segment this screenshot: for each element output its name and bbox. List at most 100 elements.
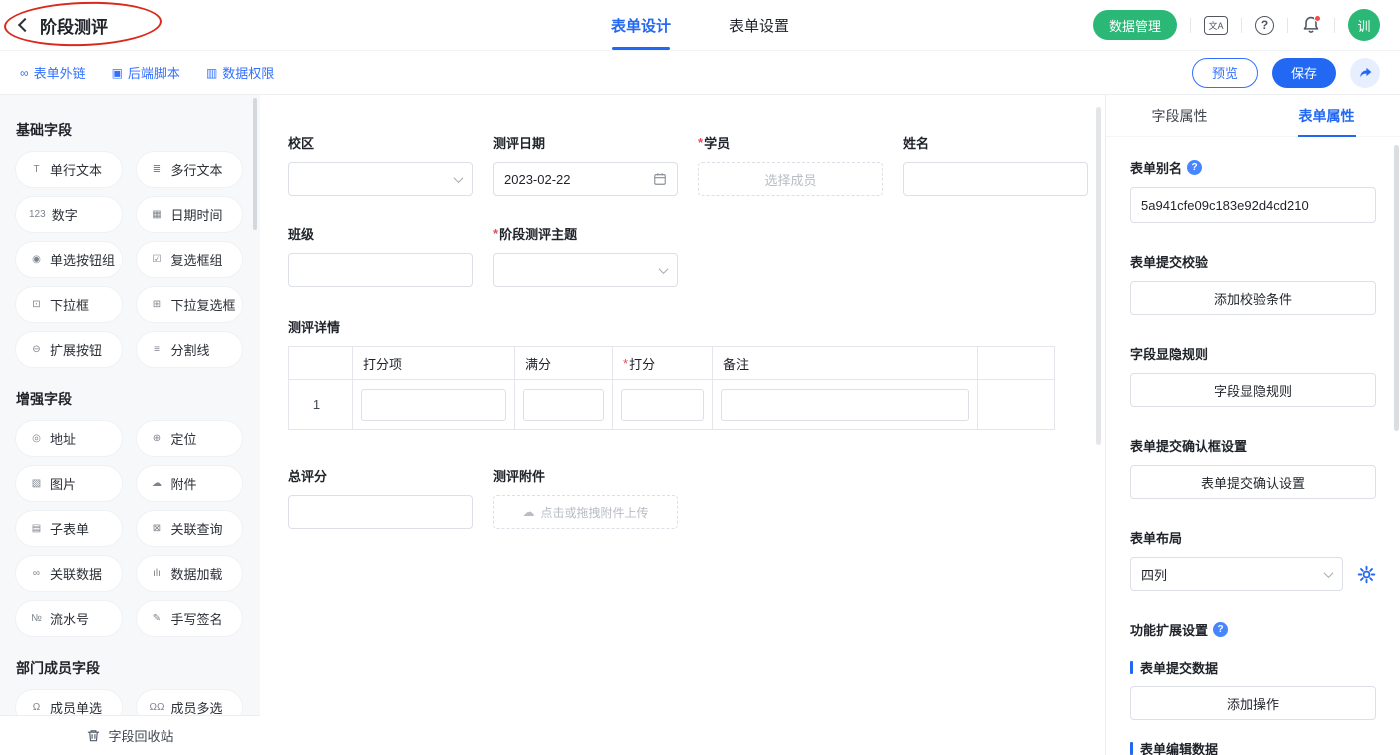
form-layout-row: 四列	[1130, 557, 1376, 591]
layout-select[interactable]: 四列	[1130, 557, 1343, 591]
seq-column-header	[289, 347, 353, 380]
column-header-empty	[978, 347, 1054, 380]
number-icon: 123	[29, 209, 46, 220]
field-item-number[interactable]: 123数字	[16, 197, 122, 232]
avatar[interactable]: 训	[1348, 9, 1380, 41]
submit-confirm-button[interactable]: 表单提交确认设置	[1130, 465, 1376, 499]
translate-icon[interactable]: 文A	[1204, 16, 1228, 35]
submit-data-subsection: 表单提交数据	[1130, 658, 1376, 677]
divider	[1241, 18, 1242, 33]
field-visibility-button[interactable]: 字段显隐规则	[1130, 373, 1376, 407]
field-visibility-label: 字段显隐规则	[1130, 344, 1376, 363]
field-item-location[interactable]: ⊕定位	[137, 421, 243, 456]
remark-input[interactable]	[721, 389, 969, 421]
field-item-attachment[interactable]: ☁附件	[137, 466, 243, 501]
field-item-checkbox-group[interactable]: ☑复选框组	[137, 242, 243, 277]
field-item-signature[interactable]: ✎手写签名	[137, 601, 243, 636]
tab-form-design[interactable]: 表单设计	[611, 0, 671, 50]
campus-select[interactable]	[288, 162, 473, 196]
subform-eval-detail[interactable]: 测评详情 打分项 满分 *打分 备注 1	[288, 317, 1105, 430]
column-header-score-item: 打分项	[353, 347, 515, 380]
score-input[interactable]	[621, 389, 704, 421]
score-item-input[interactable]	[361, 389, 506, 421]
gear-icon[interactable]	[1357, 565, 1376, 584]
save-button[interactable]: 保存	[1272, 58, 1336, 88]
multi-text-icon: ≣	[150, 164, 165, 175]
field-item-select[interactable]: ⊡下拉框	[16, 287, 122, 322]
address-icon: ◎	[29, 433, 44, 444]
field-total-score[interactable]: 总评分	[288, 466, 473, 529]
data-permission-link[interactable]: ▥ 数据权限	[206, 63, 274, 82]
eval-topic-select[interactable]	[493, 253, 678, 287]
field-class[interactable]: 班级	[288, 224, 473, 287]
form-row-4: 总评分 测评附件 ☁ 点击或拖拽附件上传	[288, 466, 1105, 529]
sidebar-scrollbar[interactable]	[253, 98, 257, 230]
field-name[interactable]: 姓名	[903, 133, 1088, 196]
field-eval-topic[interactable]: *阶段测评主题	[493, 224, 678, 287]
field-item-divider[interactable]: ≡分割线	[137, 332, 243, 367]
field-student[interactable]: *学员 选择成员	[698, 133, 883, 196]
field-recycle-bin[interactable]: 字段回收站	[0, 715, 260, 755]
attachment-icon: ☁	[150, 478, 165, 489]
script-icon: ▣	[112, 66, 123, 80]
field-item-extend-button[interactable]: ⊖扩展按钮	[16, 332, 122, 367]
submit-data-add-action-button[interactable]: 添加操作	[1130, 686, 1376, 720]
eval-date-input[interactable]: 2023-02-22	[493, 162, 678, 196]
field-item-single-line-text[interactable]: T单行文本	[16, 152, 122, 187]
name-input[interactable]	[914, 172, 1077, 187]
eval-date-value: 2023-02-22	[504, 172, 571, 187]
field-campus[interactable]: 校区	[288, 133, 473, 196]
field-eval-date[interactable]: 测评日期 2023-02-22	[493, 133, 678, 196]
share-arrow-icon	[1358, 65, 1373, 80]
backend-script-link[interactable]: ▣ 后端脚本	[112, 63, 180, 82]
share-button[interactable]	[1350, 58, 1380, 88]
total-score-input[interactable]	[299, 505, 462, 520]
tab-form-settings[interactable]: 表单设置	[729, 0, 789, 50]
form-alias-input[interactable]: 5a941cfe09c183e92d4cd210	[1130, 187, 1376, 223]
field-item-image[interactable]: ▧图片	[16, 466, 122, 501]
header-left: 阶段测评	[20, 13, 108, 38]
field-item-multi-line-text[interactable]: ≣多行文本	[137, 152, 243, 187]
radio-icon: ◉	[29, 254, 44, 265]
field-item-radio-group[interactable]: ◉单选按钮组	[16, 242, 122, 277]
form-canvas[interactable]: 校区 测评日期 2023-02-22	[260, 95, 1105, 755]
canvas-scrollbar[interactable]	[1096, 107, 1101, 445]
preview-button[interactable]: 预览	[1192, 58, 1258, 88]
subform-table: 打分项 满分 *打分 备注 1	[288, 346, 1055, 430]
field-item-lookup-query[interactable]: ⊠关联查询	[137, 511, 243, 546]
help-icon[interactable]: ?	[1213, 622, 1228, 637]
toolbar-links: ∞ 表单外链 ▣ 后端脚本 ▥ 数据权限	[20, 63, 274, 82]
single-text-icon: T	[29, 164, 44, 175]
max-score-input[interactable]	[523, 389, 604, 421]
attachment-upload-area[interactable]: ☁ 点击或拖拽附件上传	[493, 495, 678, 529]
class-input[interactable]	[299, 263, 462, 278]
tab-form-properties[interactable]: 表单属性	[1253, 95, 1400, 136]
form-external-link[interactable]: ∞ 表单外链	[20, 63, 86, 82]
field-item-multi-select[interactable]: ⊞下拉复选框	[137, 287, 243, 322]
back-icon[interactable]	[18, 18, 32, 32]
field-item-address[interactable]: ◎地址	[16, 421, 122, 456]
member-picker[interactable]: 选择成员	[698, 162, 883, 196]
field-item-data-load[interactable]: ılı数据加载	[137, 556, 243, 591]
window-scrollbar[interactable]	[1394, 145, 1399, 431]
subform-data-row: 1	[289, 380, 1054, 429]
tab-field-properties[interactable]: 字段属性	[1106, 95, 1253, 136]
add-validation-button[interactable]: 添加校验条件	[1130, 281, 1376, 315]
field-item-subform[interactable]: ▤子表单	[16, 511, 122, 546]
chevron-down-icon	[454, 173, 464, 183]
help-icon[interactable]: ?	[1255, 16, 1274, 35]
help-icon[interactable]: ?	[1187, 160, 1202, 175]
field-eval-attachment[interactable]: 测评附件 ☁ 点击或拖拽附件上传	[493, 466, 678, 529]
field-item-linked-data[interactable]: ∞关联数据	[16, 556, 122, 591]
member-multi-icon: ΩΩ	[150, 702, 165, 713]
data-manage-button[interactable]: 数据管理	[1093, 10, 1177, 40]
form-layout-label: 表单布局	[1130, 528, 1376, 547]
field-item-datetime[interactable]: ▦日期时间	[137, 197, 243, 232]
permission-icon: ▥	[206, 66, 217, 80]
notification-bell-icon[interactable]	[1301, 15, 1321, 35]
section-title-basic-fields: 基础字段	[16, 120, 242, 140]
toolbar-actions: 预览 保存	[1192, 58, 1380, 88]
basic-fields-grid: T单行文本 ≣多行文本 123数字 ▦日期时间 ◉单选按钮组 ☑复选框组 ⊡下拉…	[16, 152, 242, 367]
field-item-serial-number[interactable]: №流水号	[16, 601, 122, 636]
main-content: 基础字段 T单行文本 ≣多行文本 123数字 ▦日期时间 ◉单选按钮组 ☑复选框…	[0, 95, 1400, 755]
